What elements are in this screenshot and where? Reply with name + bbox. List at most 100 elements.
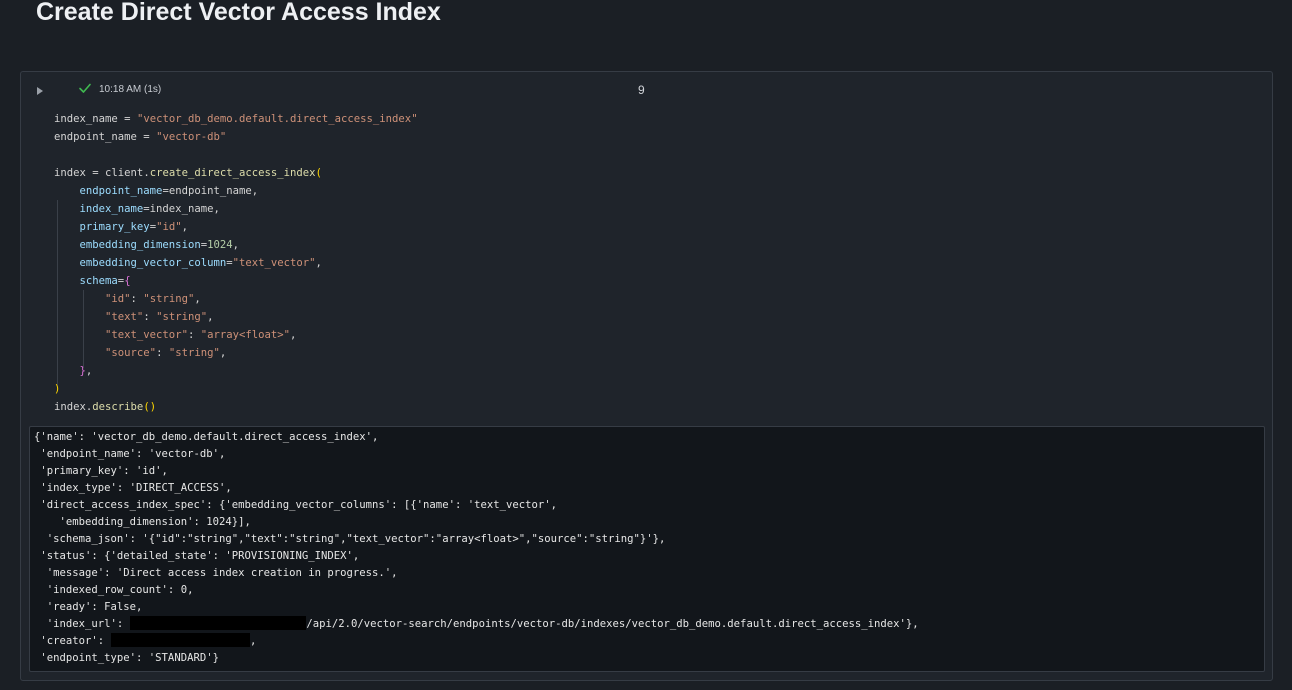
output-text-segment: 'direct_access_index_spec': {'embedding_…: [34, 499, 557, 511]
code-token: schema: [79, 275, 118, 287]
output-line: 'primary_key': 'id',: [34, 463, 919, 480]
code-token: describe: [92, 401, 144, 413]
notebook-page: Create Direct Vector Access Index 10:18 …: [0, 0, 1292, 690]
code-line: index.describe(): [54, 398, 418, 416]
code-token: index_name: [54, 113, 125, 125]
redacted-block: [129, 616, 307, 630]
code-token: =: [143, 131, 157, 143]
output-text-segment: 'creator':: [34, 635, 111, 647]
code-token: :: [156, 347, 169, 359]
code-line: "source": "string",: [54, 344, 418, 362]
code-token: "vector_db_demo.default.direct_access_in…: [136, 113, 418, 125]
code-token: "string": [156, 311, 208, 323]
output-text-segment: 'index_url':: [34, 618, 130, 630]
run-timestamp: 10:18 AM (1s): [99, 84, 162, 95]
code-token: "id": [105, 293, 131, 305]
code-line: },: [54, 362, 418, 380]
code-line: "id": "string",: [54, 290, 418, 308]
output-line: 'schema_json': '{"id":"string","text":"s…: [34, 531, 919, 548]
code-token: ,: [315, 257, 322, 269]
code-editor[interactable]: index_name = "vector_db_demo.default.dir…: [54, 110, 418, 416]
code-token: ,: [290, 329, 297, 341]
output-text-segment: 'index_type': 'DIRECT_ACCESS',: [34, 482, 232, 494]
output-line: 'endpoint_type': 'STANDARD'}: [34, 650, 919, 667]
code-line: embedding_dimension=1024,: [54, 236, 418, 254]
output-text-segment: 'message': 'Direct access index creation…: [34, 567, 398, 579]
code-token: (: [315, 167, 322, 179]
output-line: 'ready': False,: [34, 599, 919, 616]
output-text: {'name': 'vector_db_demo.default.direct_…: [34, 429, 919, 667]
code-token: ,: [232, 239, 239, 251]
code-token: :: [130, 293, 144, 305]
code-line: endpoint_name = "vector-db": [54, 128, 418, 146]
code-token: {: [124, 275, 131, 287]
output-line: 'direct_access_index_spec': {'embedding_…: [34, 497, 919, 514]
code-token: endpoint_name: [79, 185, 163, 197]
code-token: "id": [156, 221, 182, 233]
run-cell-button[interactable]: [34, 85, 46, 97]
code-token: "text": [105, 311, 144, 323]
output-line: 'creator': ,: [34, 633, 919, 650]
output-text-segment: 'endpoint_name': 'vector-db',: [34, 448, 226, 460]
code-token: index: [54, 167, 93, 179]
code-token: embedding_vector_column: [79, 257, 227, 269]
code-token: "array<float>": [200, 329, 291, 341]
output-text-segment: 'status': {'detailed_state': 'PROVISIONI…: [34, 550, 360, 562]
code-token: embedding_dimension: [79, 239, 201, 251]
output-line: 'indexed_row_count': 0,: [34, 582, 919, 599]
output-line: 'embedding_dimension': 1024}],: [34, 514, 919, 531]
output-text-segment: 'indexed_row_count': 0,: [34, 584, 194, 596]
code-token: =: [124, 113, 137, 125]
code-line: schema={: [54, 272, 418, 290]
output-line: 'index_type': 'DIRECT_ACCESS',: [34, 480, 919, 497]
code-line: index_name=index_name,: [54, 200, 418, 218]
output-text-segment: 'primary_key': 'id',: [34, 465, 168, 477]
code-token: (): [143, 401, 157, 413]
code-line: embedding_vector_column="text_vector",: [54, 254, 418, 272]
code-token: "string": [168, 347, 220, 359]
code-token: "vector-db": [156, 131, 227, 143]
code-token: 1024: [207, 239, 233, 251]
code-token: primary_key: [79, 221, 150, 233]
code-token: ): [54, 383, 61, 395]
code-line: index_name = "vector_db_demo.default.dir…: [54, 110, 418, 128]
code-token: ,: [207, 311, 214, 323]
code-token: "text_vector": [232, 257, 316, 269]
check-icon: [79, 83, 91, 93]
code-token: "text_vector": [105, 329, 188, 341]
output-text-segment: 'ready': False,: [34, 601, 143, 613]
output-text-segment: 'schema_json': '{"id":"string","text":"s…: [34, 533, 666, 545]
code-line: "text": "string",: [54, 308, 418, 326]
code-token: =endpoint_name,: [162, 185, 259, 197]
code-line: ): [54, 380, 418, 398]
code-token: ,: [219, 347, 227, 359]
output-text-segment: 'embedding_dimension': 1024}],: [34, 516, 251, 528]
code-token: ,: [85, 365, 93, 377]
section-heading: Create Direct Vector Access Index: [36, 0, 441, 26]
code-token: create_direct_access_index: [149, 167, 316, 179]
code-line: "text_vector": "array<float>",: [54, 326, 418, 344]
output-text-segment: /api/2.0/vector-search/endpoints/vector-…: [306, 618, 919, 630]
code-token: "source": [105, 347, 157, 359]
code-token: ,: [181, 221, 188, 233]
code-line: index = client.create_direct_access_inde…: [54, 164, 418, 182]
code-token: client.: [105, 167, 150, 179]
code-token: ,: [194, 293, 201, 305]
code-line: endpoint_name=endpoint_name,: [54, 182, 418, 200]
code-token: :: [143, 311, 157, 323]
output-line: 'message': 'Direct access index creation…: [34, 565, 919, 582]
output-line: 'index_url': /api/2.0/vector-search/endp…: [34, 616, 919, 633]
notebook-cell[interactable]: 10:18 AM (1s) 9 index_name = "vector_db_…: [20, 71, 1273, 681]
redacted-block: [110, 633, 251, 647]
output-line: {'name': 'vector_db_demo.default.direct_…: [34, 429, 919, 446]
